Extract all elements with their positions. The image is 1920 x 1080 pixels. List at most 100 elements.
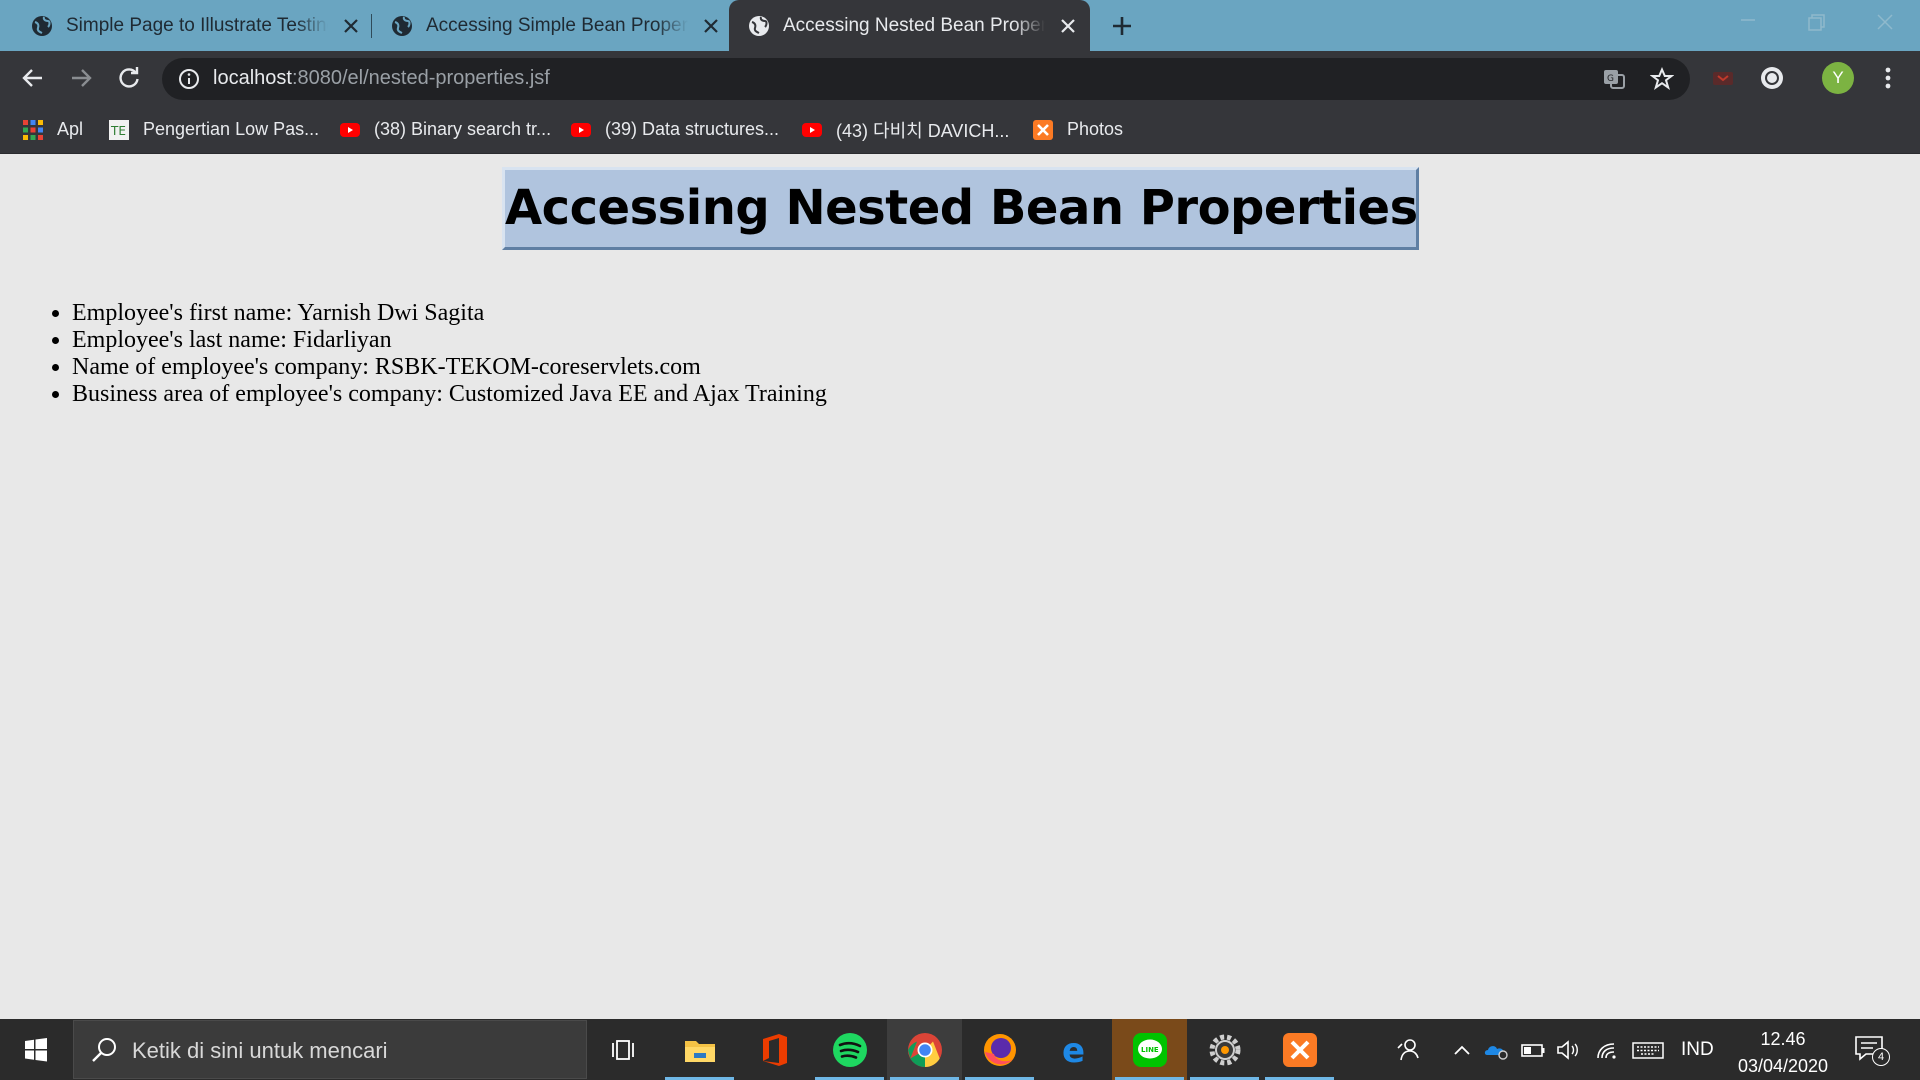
- apps-grid-icon: [23, 119, 43, 140]
- new-tab-icon[interactable]: [1108, 12, 1136, 40]
- people-icon[interactable]: [1394, 1036, 1422, 1064]
- tab-strip: Simple Page to Illustrate Testing Page A…: [0, 0, 1920, 51]
- notification-count: 4: [1872, 1048, 1890, 1066]
- volume-icon[interactable]: [1554, 1036, 1582, 1064]
- globe-icon: [392, 15, 412, 36]
- tab-nested-bean[interactable]: Accessing Nested Bean Properties: [729, 0, 1090, 51]
- close-icon[interactable]: [1059, 17, 1077, 35]
- tab-simple-bean[interactable]: Accessing Simple Bean Properties: [360, 0, 730, 51]
- xampp-icon: [1033, 119, 1053, 140]
- profile-avatar[interactable]: Y: [1822, 62, 1854, 94]
- bookmark-low-pass[interactable]: TE Pengertian Low Pas...: [108, 105, 319, 154]
- spotify-button[interactable]: [812, 1019, 887, 1080]
- bookmark-apps[interactable]: Apl: [22, 105, 83, 154]
- office-button[interactable]: [737, 1019, 812, 1080]
- svg-text:e: e: [1062, 1033, 1085, 1067]
- language-indicator[interactable]: IND: [1681, 1039, 1714, 1061]
- xampp-button[interactable]: [1262, 1019, 1337, 1080]
- chevron-up-icon[interactable]: [1448, 1036, 1476, 1064]
- bookmarks-bar: Apl TE Pengertian Low Pas... (38) Binary…: [0, 105, 1920, 154]
- translate-icon[interactable]: G: [1602, 67, 1626, 91]
- url-text[interactable]: localhost:8080/el/nested-properties.jsf: [213, 67, 550, 90]
- youtube-icon: [571, 122, 591, 137]
- edge-button[interactable]: e: [1037, 1019, 1112, 1080]
- back-icon[interactable]: [19, 64, 47, 92]
- close-window-icon[interactable]: [1867, 8, 1903, 38]
- list-item: Employee's last name: Fidarliyan: [72, 327, 827, 354]
- task-view-icon: [611, 1039, 634, 1060]
- office-icon: [762, 1033, 787, 1066]
- bookmark-data-structures[interactable]: (39) Data structures...: [570, 105, 779, 154]
- chrome-icon: [907, 1032, 942, 1067]
- settings-app-button[interactable]: [1187, 1019, 1262, 1080]
- bookmark-label: Photos: [1067, 119, 1124, 139]
- clock-time: 12.46: [1760, 1029, 1806, 1049]
- globe-icon: [32, 15, 52, 36]
- reload-icon[interactable]: [115, 64, 143, 92]
- tab-title: Accessing Nested Bean Properties: [783, 14, 1045, 36]
- page-title: Accessing Nested Bean Properties: [505, 180, 1418, 236]
- youtube-icon: [340, 122, 360, 137]
- bookmark-label: (43) 다비치 DAVICH...: [836, 120, 1010, 141]
- search-icon: [92, 1038, 116, 1062]
- browser-toolbar: localhost:8080/el/nested-properties.jsf …: [0, 51, 1920, 105]
- clock-date: 03/04/2020: [1737, 1056, 1829, 1076]
- svg-text:TE: TE: [110, 124, 126, 138]
- globe-icon: [749, 15, 769, 36]
- battery-icon[interactable]: [1519, 1036, 1547, 1064]
- bookmark-label: (38) Binary search tr...: [374, 119, 552, 139]
- wifi-icon[interactable]: [1594, 1036, 1622, 1064]
- svg-text:G: G: [1607, 74, 1614, 84]
- restore-icon[interactable]: [1798, 8, 1834, 38]
- close-icon[interactable]: [342, 17, 360, 35]
- extension-circle-icon[interactable]: [1758, 64, 1786, 92]
- minimize-icon[interactable]: [1730, 8, 1766, 38]
- clock[interactable]: 12.46 03/04/2020: [1733, 1026, 1833, 1080]
- page-content: Accessing Nested Bean Properties Employe…: [0, 154, 1920, 1019]
- tab-title: Accessing Simple Bean Properties: [426, 14, 688, 36]
- site-info-icon[interactable]: [178, 68, 200, 90]
- menu-icon[interactable]: [1874, 64, 1902, 92]
- page-title-box: Accessing Nested Bean Properties: [502, 167, 1419, 250]
- employee-details-list: Employee's first name: Yarnish Dwi Sagit…: [72, 300, 827, 408]
- gear-icon: [1209, 1034, 1240, 1065]
- onedrive-icon[interactable]: [1482, 1036, 1510, 1064]
- tab-title: Simple Page to Illustrate Testing Page: [66, 14, 328, 36]
- xampp-icon: [1282, 1032, 1317, 1067]
- address-bar[interactable]: localhost:8080/el/nested-properties.jsf …: [162, 58, 1690, 100]
- taskbar-search[interactable]: Ketik di sini untuk mencari: [73, 1020, 587, 1079]
- tab-simple-page[interactable]: Simple Page to Illustrate Testing Page: [0, 0, 370, 51]
- youtube-icon: [802, 122, 822, 137]
- list-item: Employee's first name: Yarnish Dwi Sagit…: [72, 300, 827, 327]
- bookmark-binary-search[interactable]: (38) Binary search tr...: [339, 105, 551, 154]
- edge-icon: e: [1062, 1033, 1085, 1067]
- task-view-button[interactable]: [587, 1019, 662, 1080]
- search-placeholder: Ketik di sini untuk mencari: [132, 1038, 388, 1063]
- windows-taskbar: Ketik di sini untuk mencari e LINE IND 1…: [0, 1019, 1920, 1080]
- spotify-icon: [832, 1032, 867, 1067]
- bookmark-label: (39) Data structures...: [605, 119, 780, 139]
- extension-icon[interactable]: [1710, 65, 1736, 91]
- chrome-button[interactable]: [887, 1019, 962, 1080]
- bookmark-photos[interactable]: Photos: [1032, 105, 1123, 154]
- folder-icon: [684, 1040, 715, 1062]
- list-item: Business area of employee's company: Cus…: [72, 381, 827, 408]
- line-icon: LINE: [1132, 1032, 1167, 1067]
- line-button[interactable]: LINE: [1112, 1019, 1187, 1080]
- firefox-icon: [983, 1033, 1016, 1066]
- bookmark-davichi[interactable]: (43) 다비치 DAVICH...: [801, 105, 1009, 154]
- bookmark-label: Pengertian Low Pas...: [143, 119, 320, 139]
- keyboard-icon[interactable]: [1631, 1036, 1665, 1064]
- te-site-icon: TE: [109, 119, 129, 140]
- file-explorer-button[interactable]: [662, 1019, 737, 1080]
- forward-icon[interactable]: [67, 64, 95, 92]
- url-path: :8080/el/nested-properties.jsf: [291, 67, 550, 89]
- firefox-button[interactable]: [962, 1019, 1037, 1080]
- url-host: localhost: [213, 67, 292, 89]
- action-center-button[interactable]: 4: [1854, 1035, 1890, 1066]
- windows-start-icon[interactable]: [12, 1033, 58, 1067]
- list-item: Name of employee's company: RSBK-TEKOM-c…: [72, 354, 827, 381]
- star-icon[interactable]: [1650, 67, 1674, 91]
- bookmark-label: Apl: [57, 119, 84, 139]
- close-icon[interactable]: [702, 17, 720, 35]
